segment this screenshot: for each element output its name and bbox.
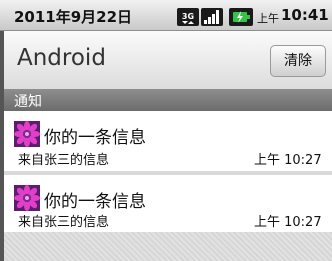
notification-item[interactable]: 你的一条信息 来自张三的信息 上午 10:27 <box>4 175 332 235</box>
svg-text:3G: 3G <box>182 12 194 21</box>
flower-icon <box>14 185 40 211</box>
list-footer <box>4 232 332 261</box>
notification-header: Android 清除 <box>0 31 332 89</box>
section-label: 通知 <box>14 94 42 110</box>
notification-subtitle: 来自张三的信息 <box>18 153 110 168</box>
flower-icon <box>14 121 40 147</box>
clear-button[interactable]: 清除 <box>270 45 326 77</box>
notification-time: 上午 10:27 <box>254 153 322 168</box>
signal-icon <box>201 8 223 30</box>
section-header: 通知 <box>0 89 332 111</box>
notification-time: 上午 10:27 <box>254 215 322 230</box>
notification-title: 你的一条信息 <box>44 192 146 212</box>
page-title: Android <box>17 45 106 71</box>
status-ampm: 上午 <box>257 12 279 25</box>
status-date: 2011年9月22日 <box>14 8 133 26</box>
notification-title: 你的一条信息 <box>44 128 146 148</box>
notification-list: 你的一条信息 来自张三的信息 上午 10:27 你的一条信息 来自张三的信息 上… <box>0 111 332 261</box>
status-time: 10:41 <box>281 6 329 24</box>
notification-subtitle: 来自张三的信息 <box>18 215 110 230</box>
status-bar: 2011年9月22日 3G 上午 10:41 <box>0 0 332 31</box>
notification-item[interactable]: 你的一条信息 来自张三的信息 上午 10:27 <box>4 111 332 171</box>
3g-icon: 3G <box>177 8 199 30</box>
battery-icon <box>229 8 253 30</box>
